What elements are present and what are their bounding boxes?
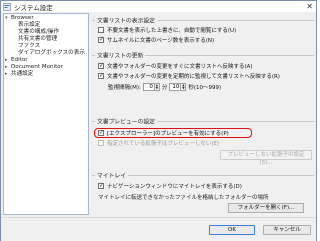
tree-item-label: ファクス (18, 43, 41, 49)
tree-item-label: 共通設定 (11, 71, 34, 77)
tree-item-label: Editor (11, 57, 28, 63)
tree-item-document-monitor[interactable]: ▸ Document Monitor (4, 64, 88, 71)
option-reflect-immediately[interactable]: 文書やフォルダーの変更をすぐに文書リストへ反映する(A) (98, 62, 253, 70)
checkbox[interactable] (98, 27, 104, 33)
seconds-input[interactable] (169, 83, 182, 91)
title-bar: システム設定 ✕ (1, 1, 316, 12)
section-title: 文書リストの表示設定 (95, 15, 157, 25)
tree-item-label: 共有文書の管理 (18, 36, 58, 42)
window-title: システム設定 (14, 3, 53, 12)
tree-item-dialog-display[interactable]: ダイアログボックスの表示 (4, 50, 88, 57)
open-folder-button[interactable]: フォルダーを開く(F)... (228, 203, 304, 213)
option-auto-read[interactable]: 不要文書を表示した上書きに、自動で閲覧にする(U) (98, 26, 236, 34)
minutes-stepper[interactable]: ▲▼ (142, 83, 160, 91)
option-enable-explorer-preview[interactable]: [エクスプローラー]のプレビューを有効にする(P) (98, 129, 229, 137)
option-label: 不要文書を表示した上書きに、自動で閲覧にする(U) (107, 28, 237, 34)
checkbox[interactable] (98, 72, 104, 80)
section-list-update: 文書リストの更新 (92, 50, 314, 60)
tree-item-display-settings[interactable]: 表示設定 (4, 22, 88, 29)
option-reflect-periodically[interactable]: 文書やフォルダーの変更を定期的に監視して文書リストへ反映する(R) (98, 72, 280, 80)
option-show-page-count[interactable]: サムネイルに文書のページ数を表示する(N) (98, 36, 214, 44)
tree-item-label: 表示設定 (18, 22, 41, 28)
settings-tree: ▾ Browser 表示設定 文書の構成/操作 共有文書の管理 ファクス ダイア… (3, 13, 89, 215)
seconds-unit: 秒(10〜999) (188, 85, 222, 91)
settings-panel: 文書リストの表示設定 不要文書を表示した上書きに、自動で閲覧にする(U) サムネ… (92, 13, 316, 215)
option-label: 文書やフォルダーの変更をすぐに文書リストへ反映する(A) (107, 64, 253, 70)
tree-item-fax[interactable]: ファクス (4, 43, 88, 50)
tree-item-label: ダイアログボックスの表示 (18, 50, 85, 56)
section-title: 文書リストの更新 (95, 50, 146, 60)
section-mytray: マイトレイ (92, 170, 314, 180)
checkbox[interactable] (98, 129, 104, 137)
cancel-button[interactable]: キャンセル (263, 225, 311, 235)
interval-label: 監視間隔(M): (108, 85, 141, 91)
option-label: 文書やフォルダーの変更を定期的に監視して文書リストへ反映する(R) (107, 74, 280, 80)
section-title: マイトレイ (95, 170, 128, 180)
stepper-arrows-icon[interactable]: ▲ ▼ (181, 83, 187, 91)
tree-item-editor[interactable]: ▸ Editor (4, 57, 88, 64)
expand-arrow-icon[interactable]: ▸ (5, 71, 8, 78)
mytray-folder-note: マイトレイに転送できなかったファイルを格納したフォルダーの場所 (98, 195, 269, 201)
expand-arrow-icon[interactable]: ▸ (5, 64, 8, 71)
stepper-arrows-icon[interactable]: ▲ ▼ (154, 83, 160, 91)
option-label: サムネイルに文書のページ数を表示する(N) (107, 38, 215, 44)
extension-settings-button[interactable]: プレビューしない拡張子の設定(S)... (220, 150, 312, 166)
checkbox[interactable] (98, 140, 104, 146)
option-show-mytray[interactable]: ナビゲーションウィンドウにマイトレイを表示する(D) (98, 182, 242, 190)
section-title: 文書プレビューの設定 (95, 116, 157, 126)
tree-item-label: 文書の構成/操作 (18, 29, 60, 35)
section-list-display: 文書リストの表示設定 (92, 15, 314, 50)
settings-app-icon (3, 2, 11, 11)
minutes-unit: 分 (161, 85, 168, 91)
ok-button[interactable]: OK (209, 225, 255, 235)
section-preview: 文書プレビューの設定 (92, 116, 314, 126)
system-settings-dialog: システム設定 ✕ ▾ Browser 表示設定 文書の構成/操作 共有文書の管理… (0, 0, 317, 241)
close-icon[interactable]: ✕ (306, 2, 313, 11)
option-label: ナビゲーションウィンドウにマイトレイを表示する(D) (107, 184, 242, 190)
tree-item-common-settings[interactable]: ▸ 共通設定 (4, 71, 88, 78)
interval-row: 監視間隔(M): ▲▼ 分 ▲▼ 秒(10〜999) (108, 83, 221, 91)
collapse-arrow-icon[interactable]: ▾ (5, 15, 8, 22)
checkbox[interactable] (98, 62, 104, 70)
checkbox[interactable] (98, 36, 104, 44)
dialog-footer: OK キャンセル (1, 217, 316, 241)
tree-item-document-organize[interactable]: 文書の構成/操作 (4, 29, 88, 36)
option-label: [エクスプローラー]のプレビューを有効にする(P) (107, 131, 229, 137)
tree-item-browser[interactable]: ▾ Browser (4, 15, 88, 22)
tree-item-label: Browser (11, 15, 34, 21)
tree-item-shared-docs[interactable]: 共有文書の管理 (4, 36, 88, 43)
tree-item-label: Document Monitor (11, 64, 64, 70)
checkbox[interactable] (98, 182, 104, 190)
option-skip-extensions[interactable]: 指定されている拡張子はプレビューしない(E) (98, 139, 219, 147)
minutes-input[interactable] (142, 83, 155, 91)
seconds-stepper[interactable]: ▲▼ (169, 83, 187, 91)
expand-arrow-icon[interactable]: ▸ (5, 57, 8, 64)
option-label: 指定されている拡張子はプレビューしない(E) (107, 141, 220, 147)
